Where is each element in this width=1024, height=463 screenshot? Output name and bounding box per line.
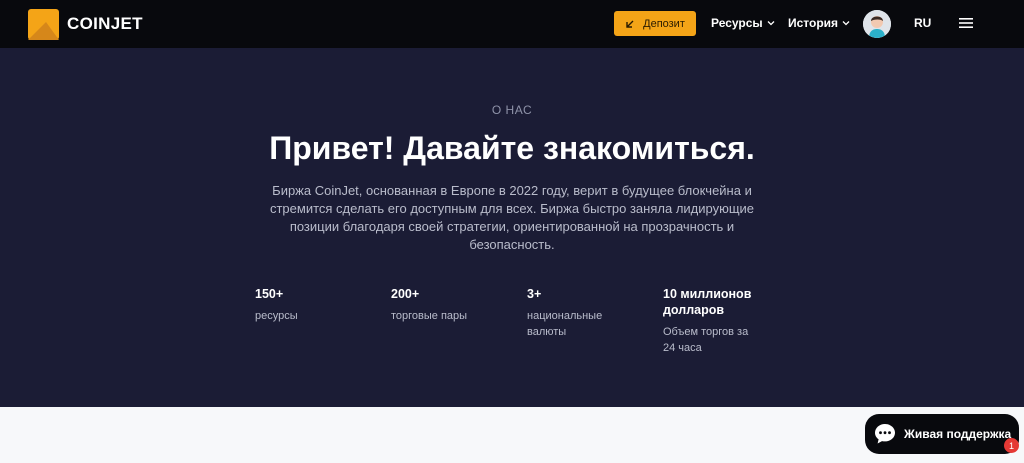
nav-resources[interactable]: Ресурсы (711, 16, 775, 30)
stat-label: Объем торгов за 24 часа (663, 326, 749, 354)
logo-text: COINJET (67, 14, 143, 33)
arrow-down-left-icon (626, 20, 634, 28)
stat-trading-pairs: 200+ торговые пары (391, 286, 501, 324)
stat-label: торговые пары (391, 310, 468, 322)
coinjet-logo-icon (28, 8, 59, 40)
stat-currencies: 3+ национальные валюты (527, 286, 622, 340)
live-support-label: Живая поддержка (904, 427, 1012, 441)
stat-value: 3+ (527, 287, 542, 301)
stat-resources: 150+ ресурсы (255, 286, 365, 324)
chevron-down-icon (767, 21, 775, 26)
section-eyebrow: О НАС (491, 103, 533, 117)
language-selector[interactable]: RU (914, 16, 931, 30)
stat-value: 10 миллионов долларов (663, 287, 752, 317)
user-avatar[interactable] (863, 10, 891, 38)
stat-label: ресурсы (255, 310, 298, 322)
hamburger-menu-icon[interactable] (959, 17, 973, 29)
top-header: COINJET Депозит Ресурсы История RU (0, 0, 1024, 48)
stat-value: 200+ (391, 287, 420, 301)
stat-label: национальные валюты (527, 310, 603, 338)
page-title: Привет! Давайте знакомиться. (269, 130, 755, 166)
about-hero-section: О НАС Привет! Давайте знакомиться. Биржа… (0, 48, 1024, 407)
deposit-label: Депозит (643, 17, 685, 30)
notification-badge: 1 (1004, 438, 1019, 453)
logo[interactable]: COINJET (28, 8, 143, 40)
stat-volume: 10 миллионов долларов Объем торгов за 24… (663, 286, 763, 356)
chevron-down-icon (842, 21, 850, 26)
avatar-image (863, 10, 891, 38)
deposit-button[interactable]: Депозит (614, 11, 696, 36)
chat-bubble-icon (875, 424, 895, 444)
stat-value: 150+ (255, 287, 284, 301)
nav-resources-label: Ресурсы (711, 16, 763, 30)
about-description: Биржа CoinJet, основанная в Европе в 202… (269, 183, 755, 252)
nav-history-label: История (788, 16, 839, 30)
nav-history[interactable]: История (788, 16, 850, 30)
live-support-button[interactable]: Живая поддержка (865, 414, 1019, 454)
